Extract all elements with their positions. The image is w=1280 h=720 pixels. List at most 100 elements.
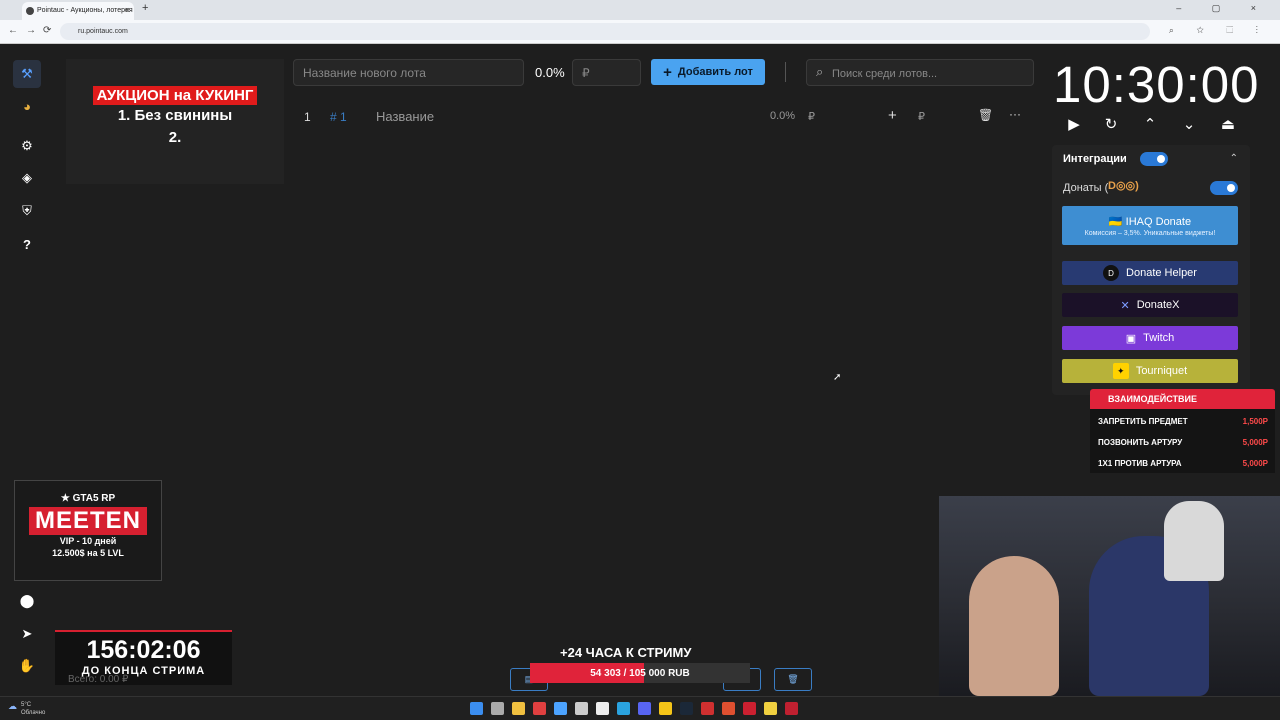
gear-icon[interactable]: ⚙ bbox=[13, 132, 41, 160]
help-icon[interactable]: ? bbox=[13, 230, 41, 258]
taskbar-app-icon[interactable] bbox=[680, 702, 693, 715]
github-icon[interactable]: ⬤ bbox=[13, 587, 41, 615]
clear-all-icon[interactable]: 🗑 bbox=[774, 668, 812, 691]
taskbar-app-icon[interactable] bbox=[701, 702, 714, 715]
tab-close-icon[interactable]: × bbox=[125, 5, 130, 15]
taskbar-app-icon[interactable] bbox=[596, 702, 609, 715]
taskbar-app-icon[interactable] bbox=[638, 702, 651, 715]
integrations-panel: Интеграции ⌃ Донаты ( D◎◎) 🇺🇦 IHAQ Donat… bbox=[1052, 145, 1250, 395]
search-input[interactable]: ⌕ Поиск среди лотов... bbox=[806, 59, 1034, 86]
lot-percent: 0.0% bbox=[770, 110, 796, 122]
taskbar-app-icon[interactable] bbox=[491, 702, 504, 715]
forward-icon[interactable]: → bbox=[26, 25, 36, 36]
mouse-cursor-icon: ➚ bbox=[833, 372, 842, 383]
sidebar: ⚒ ◕ ⚙ ◈ ⛨ ? ⬤ ➤ ✋ bbox=[0, 44, 54, 696]
add-lot-button[interactable]: + Добавить лот bbox=[651, 59, 765, 85]
telegram-icon[interactable]: ➤ bbox=[13, 620, 41, 648]
browser-tool-icons[interactable]: ⌕ ☆ ⬚ ⋮ bbox=[1169, 25, 1268, 36]
overlay-item-price: 1,500Р bbox=[1242, 417, 1268, 426]
plus-icon: + bbox=[663, 63, 672, 81]
time-max-icon[interactable]: ⏏ bbox=[1218, 115, 1238, 133]
banner-line-1: 1. Без свинины bbox=[117, 107, 233, 124]
webcam-person bbox=[969, 556, 1059, 696]
more-icon[interactable]: ··· bbox=[1009, 107, 1021, 121]
reset-icon[interactable]: ↻ bbox=[1101, 115, 1121, 133]
interaction-overlay-list: ЗАПРЕТИТЬ ПРЕДМЕТ 1,500Р ПОЗВОНИТЬ АРТУРУ… bbox=[1090, 409, 1275, 473]
taskbar-app-icon[interactable] bbox=[512, 702, 525, 715]
overlay-item-label: ЗАПРЕТИТЬ ПРЕДМЕТ bbox=[1098, 417, 1188, 426]
back-icon[interactable]: ← bbox=[8, 25, 18, 36]
hammer-icon[interactable]: ⚒ bbox=[13, 60, 41, 88]
pie-chart-icon[interactable]: ◕ bbox=[13, 92, 41, 120]
layers-icon[interactable]: ◈ bbox=[13, 164, 41, 192]
donate-helper-button[interactable]: D Donate Helper bbox=[1062, 261, 1238, 285]
gta-vip-line: VIP - 10 дней bbox=[59, 536, 117, 546]
overlay-item-label: ПОЗВОНИТЬ АРТУРУ bbox=[1098, 438, 1183, 447]
tourniquet-button[interactable]: ✦ Tourniquet bbox=[1062, 359, 1238, 383]
new-tab-button[interactable]: + bbox=[142, 2, 148, 14]
taskbar-app-icon[interactable] bbox=[554, 702, 567, 715]
integrations-toggle[interactable] bbox=[1140, 152, 1168, 166]
gta-price-line: 12.500$ на 5 LVL bbox=[52, 548, 124, 558]
lot-add-field[interactable]: ₽ bbox=[918, 110, 925, 123]
tab-title: Pointauc - Аукционы, лотерея bbox=[37, 7, 133, 14]
search-placeholder: Поиск среди лотов... bbox=[832, 68, 938, 80]
search-icon: ⌕ bbox=[816, 64, 824, 79]
taskbar-app-icon[interactable] bbox=[617, 702, 630, 715]
overlay-item: 1X1 ПРОТИВ АРТУРА 5,000Р bbox=[1098, 459, 1268, 468]
overlay-item-price: 5,000Р bbox=[1242, 438, 1268, 447]
time-down-icon[interactable]: ⌄ bbox=[1179, 115, 1199, 133]
play-icon[interactable]: ▶ bbox=[1064, 115, 1084, 133]
browser-tab[interactable]: Pointauc - Аукционы, лотерея × bbox=[22, 2, 134, 20]
webcam-feed bbox=[939, 496, 1280, 696]
gta-promo-banner: ★ GTA5 RP MEETEN VIP - 10 дней 12.500$ н… bbox=[14, 480, 162, 581]
new-lot-input[interactable]: Название нового лота bbox=[293, 59, 524, 86]
countdown-time: 156:02:06 bbox=[86, 636, 201, 664]
browser-tab-bar: Pointauc - Аукционы, лотерея × + – ▢ × bbox=[0, 0, 1280, 20]
taskbar-app-icon[interactable] bbox=[785, 702, 798, 715]
overlay-item-label: 1X1 ПРОТИВ АРТУРА bbox=[1098, 459, 1182, 468]
donates-logo-icon: D◎◎) bbox=[1108, 180, 1139, 192]
amount-input[interactable]: ₽ bbox=[572, 59, 641, 86]
ihaq-donate-button[interactable]: 🇺🇦 IHAQ Donate Комиссия – 3,5%. Уникальн… bbox=[1062, 206, 1238, 245]
overlay-item: ЗАПРЕТИТЬ ПРЕДМЕТ 1,500Р bbox=[1098, 417, 1268, 426]
time-up-icon[interactable]: ⌃ bbox=[1140, 115, 1160, 133]
favicon-icon bbox=[26, 7, 34, 15]
taskbar-app-icon[interactable] bbox=[470, 702, 483, 715]
tourniquet-icon: ✦ bbox=[1112, 363, 1129, 379]
shield-icon[interactable]: ⛨ bbox=[13, 197, 41, 225]
stream-goal-progress: 54 303 / 105 000 RUB bbox=[530, 663, 750, 683]
delete-icon[interactable]: 🗑 bbox=[978, 108, 993, 122]
address-bar[interactable]: ru.pointauc.com bbox=[60, 23, 1150, 40]
chevron-up-icon[interactable]: ⌃ bbox=[1230, 153, 1238, 164]
window-controls[interactable]: – ▢ × bbox=[1176, 3, 1270, 14]
add-lot-label: Добавить лот bbox=[677, 66, 753, 78]
taskbar-app-icon[interactable] bbox=[722, 702, 735, 715]
gta-rp-label: ★ GTA5 RP bbox=[60, 493, 116, 504]
banner-title: АУКЦИОН на КУКИНГ bbox=[92, 86, 258, 105]
twitch-button[interactable]: ▣ Twitch bbox=[1062, 326, 1238, 350]
taskbar-app-icon[interactable] bbox=[764, 702, 777, 715]
webcam-person bbox=[1164, 501, 1224, 581]
reload-icon[interactable]: ⟳ bbox=[43, 25, 51, 36]
donate-hand-icon[interactable]: ✋ bbox=[13, 652, 41, 680]
lot-name-field[interactable]: Название bbox=[376, 109, 434, 124]
gta-server-name: MEETEN bbox=[28, 507, 147, 535]
browser-toolbar: ← → ⟳ ru.pointauc.com ⌕ ☆ ⬚ ⋮ bbox=[0, 20, 1280, 44]
donatex-button[interactable]: ✕ DonateX bbox=[1062, 293, 1238, 317]
donates-label: Донаты ( bbox=[1063, 182, 1109, 194]
taskbar-app-icon[interactable] bbox=[659, 702, 672, 715]
taskbar-app-icon[interactable] bbox=[743, 702, 756, 715]
divider bbox=[785, 62, 786, 82]
weather-widget[interactable]: ☁ 5°C Облачно bbox=[8, 701, 45, 717]
ihaq-label: IHAQ Donate bbox=[1125, 215, 1192, 228]
cloud-icon: ☁ bbox=[8, 701, 17, 711]
integrations-title: Интеграции bbox=[1063, 153, 1127, 165]
taskbar-app-icon[interactable] bbox=[575, 702, 588, 715]
stream-banner: АУКЦИОН на КУКИНГ 1. Без свинины 2. bbox=[66, 59, 284, 184]
donates-toggle[interactable] bbox=[1210, 181, 1238, 195]
donate-helper-label: Donate Helper bbox=[1126, 267, 1197, 279]
lot-amount-field[interactable]: ₽ bbox=[808, 110, 815, 123]
taskbar-app-icon[interactable] bbox=[533, 702, 546, 715]
add-amount-icon[interactable]: + bbox=[888, 107, 897, 124]
